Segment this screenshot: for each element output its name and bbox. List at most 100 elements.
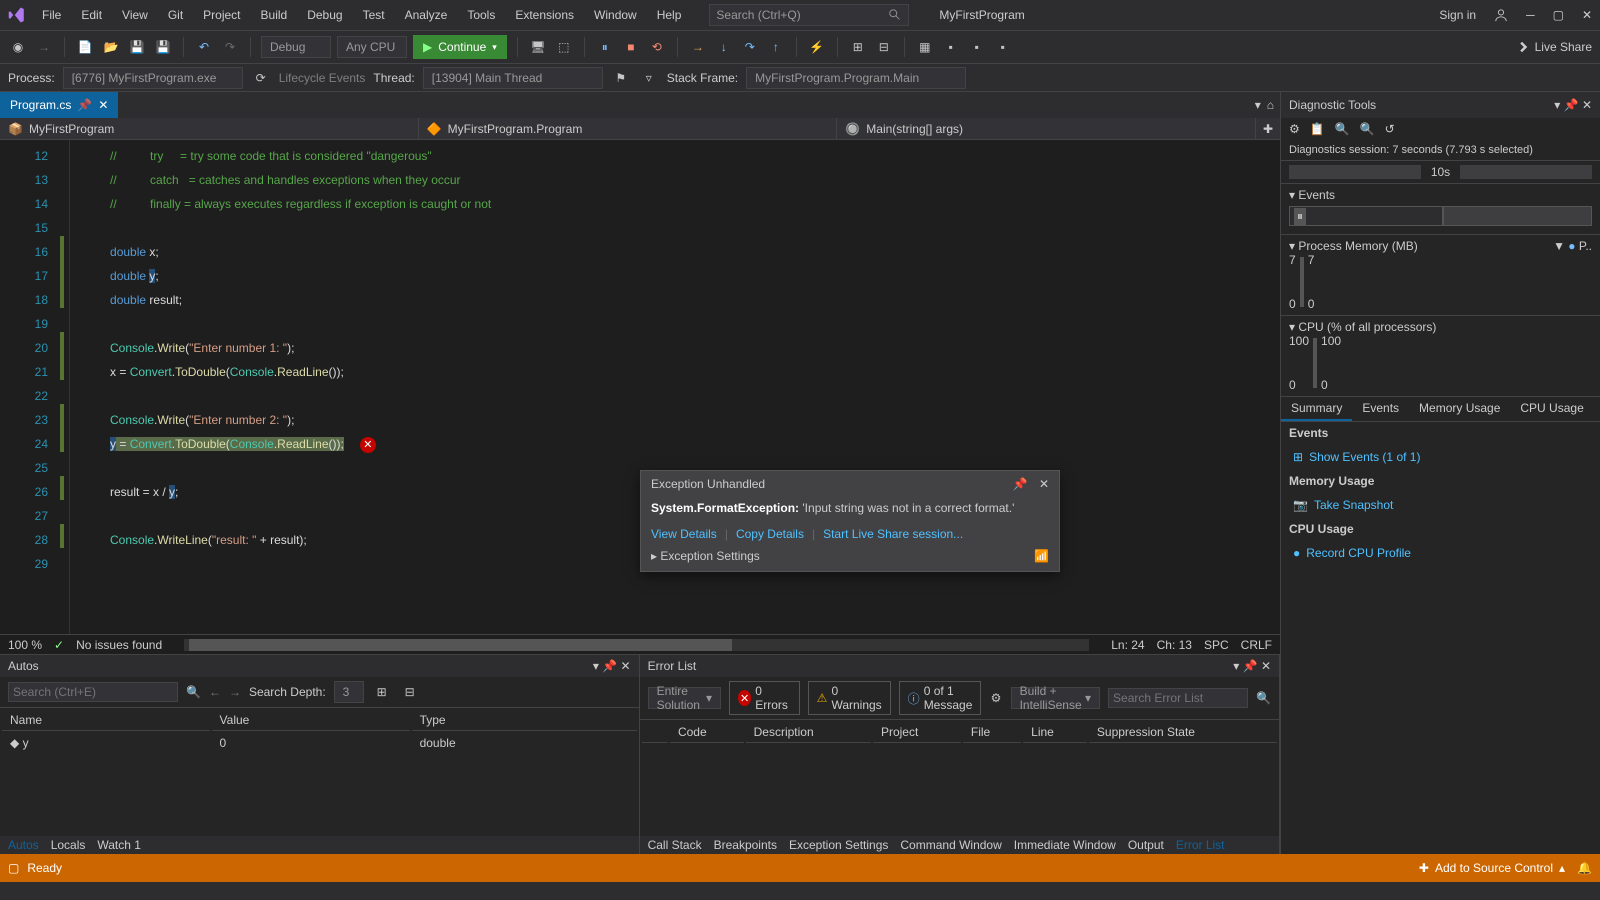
autos-tab-locals[interactable]: Locals	[51, 838, 86, 852]
split-icon[interactable]: ✚	[1256, 118, 1280, 139]
diag-reset-icon[interactable]: ↺	[1385, 122, 1395, 136]
menu-git[interactable]: Git	[160, 4, 191, 26]
nav-fwd-icon[interactable]: →	[34, 37, 54, 57]
scrollbar-horizontal[interactable]	[184, 639, 1089, 651]
exception-view-details[interactable]: View Details	[651, 527, 717, 541]
diag-tab-events[interactable]: Events	[1352, 397, 1409, 421]
errlist-tab-exception-settings[interactable]: Exception Settings	[789, 838, 888, 852]
panel-dropdown-icon[interactable]: ▾	[593, 659, 599, 673]
exception-copy-details[interactable]: Copy Details	[736, 527, 804, 541]
tab-home-icon[interactable]: ⌂	[1267, 98, 1274, 112]
undo-icon[interactable]: ↶	[194, 37, 214, 57]
autos-tab-watch-1[interactable]: Watch 1	[97, 838, 141, 852]
autos-tab-autos[interactable]: Autos	[8, 838, 39, 852]
filter-icon[interactable]: ▿	[639, 68, 659, 88]
lineending-indicator[interactable]: CRLF	[1241, 638, 1272, 652]
threads-icon[interactable]: ⊞	[848, 37, 868, 57]
maximize-button[interactable]: ▢	[1553, 8, 1564, 22]
diag2-icon[interactable]: ▪	[967, 37, 987, 57]
issues-status[interactable]: No issues found	[76, 638, 162, 652]
minimize-button[interactable]: ─	[1526, 8, 1535, 22]
panel-close-icon[interactable]: ✕	[1261, 659, 1271, 673]
col-indicator[interactable]: Ch: 13	[1157, 638, 1192, 652]
errlist-source[interactable]: Build + IntelliSense ▾	[1011, 687, 1100, 709]
exception-close-icon[interactable]: ✕	[1039, 477, 1049, 491]
panel-close-icon[interactable]: ✕	[621, 659, 631, 673]
notifications-icon[interactable]: 🔔	[1577, 861, 1592, 875]
flag-icon[interactable]: ⚑	[611, 68, 631, 88]
autos-search[interactable]	[8, 682, 178, 702]
errlist-tab-output[interactable]: Output	[1128, 838, 1164, 852]
diag-timeline[interactable]	[1289, 165, 1421, 179]
stop-icon[interactable]: ■	[621, 37, 641, 57]
tab-pin-icon[interactable]: 📌	[77, 98, 92, 112]
browser-icon[interactable]: 🖥	[528, 37, 548, 57]
save-all-icon[interactable]: 💾	[153, 37, 173, 57]
menu-view[interactable]: View	[114, 4, 156, 26]
diag-events-header[interactable]: ▾ Events	[1289, 188, 1592, 202]
liveshare-button[interactable]: Live Share	[1535, 40, 1592, 54]
indent-indicator[interactable]: SPC	[1204, 638, 1229, 652]
depth-combo[interactable]: 3	[334, 681, 364, 703]
config-combo[interactable]: Debug	[261, 36, 331, 58]
new-item-icon[interactable]: 📄	[75, 37, 95, 57]
tab-program-cs[interactable]: Program.cs 📌 ✕	[0, 92, 118, 118]
errlist-tab-error-list[interactable]: Error List	[1176, 838, 1225, 852]
continue-button[interactable]: ▶Continue▾	[413, 35, 507, 59]
diag-zoomin-icon[interactable]: 🔍	[1335, 122, 1350, 136]
show-events-link[interactable]: ⊞ Show Events (1 of 1)	[1281, 444, 1600, 470]
open-icon[interactable]: 📂	[101, 37, 121, 57]
save-icon[interactable]: 💾	[127, 37, 147, 57]
search-icon[interactable]: 🔍	[1256, 691, 1271, 705]
step-out-icon[interactable]: ↑	[766, 37, 786, 57]
menu-window[interactable]: Window	[586, 4, 645, 26]
line-indicator[interactable]: Ln: 24	[1111, 638, 1144, 652]
exception-pin-icon[interactable]: 📌	[1013, 477, 1028, 491]
menu-help[interactable]: Help	[649, 4, 690, 26]
menu-extensions[interactable]: Extensions	[507, 4, 582, 26]
errlist-scope[interactable]: Entire Solution ▾	[648, 687, 721, 709]
thread-combo[interactable]: [13904] Main Thread	[423, 67, 603, 89]
debug-target-icon[interactable]: ⬚	[554, 37, 574, 57]
exception-settings-toggle[interactable]: ▸ Exception Settings	[651, 549, 760, 563]
warnings-pill[interactable]: ⚠0 Warnings	[808, 681, 891, 715]
nav-method[interactable]: 🔘 Main(string[] args)	[837, 118, 1256, 139]
redo-icon[interactable]: ↷	[220, 37, 240, 57]
process-combo[interactable]: [6776] MyFirstProgram.exe	[63, 67, 243, 89]
close-button[interactable]: ✕	[1582, 8, 1592, 22]
record-cpu-link[interactable]: ● Record CPU Profile	[1281, 540, 1600, 566]
take-snapshot-link[interactable]: 📷 Take Snapshot	[1281, 492, 1600, 518]
menu-edit[interactable]: Edit	[73, 4, 110, 26]
errlist-search[interactable]	[1108, 688, 1248, 708]
nav-project[interactable]: 📦 MyFirstProgram	[0, 118, 419, 139]
menu-project[interactable]: Project	[195, 4, 248, 26]
menu-file[interactable]: File	[34, 4, 69, 26]
errors-pill[interactable]: ✕0 Errors	[729, 681, 800, 715]
pause-icon[interactable]: ⏸	[595, 37, 615, 57]
diag3-icon[interactable]: ▪	[993, 37, 1013, 57]
errlist-tab-immediate-window[interactable]: Immediate Window	[1014, 838, 1116, 852]
diag1-icon[interactable]: ▪	[941, 37, 961, 57]
nav-prev-icon[interactable]: ←	[209, 685, 221, 699]
autos-opt1-icon[interactable]: ⊞	[372, 682, 392, 702]
cycle-icon[interactable]: ⟳	[251, 68, 271, 88]
quick-search[interactable]: Search (Ctrl+Q)	[709, 4, 909, 26]
diag-mem-header[interactable]: ▾ Process Memory (MB) ▼ ● P..	[1289, 239, 1592, 253]
menu-analyze[interactable]: Analyze	[397, 4, 456, 26]
panel-close-icon[interactable]: ✕	[1582, 98, 1592, 112]
zoom-level[interactable]: 100 %	[8, 638, 42, 652]
exception-liveshare[interactable]: Start Live Share session...	[823, 527, 963, 541]
autos-opt2-icon[interactable]: ⊟	[400, 682, 420, 702]
errlist-tab-command-window[interactable]: Command Window	[900, 838, 1001, 852]
diag-zoomout-icon[interactable]: 🔍	[1360, 122, 1375, 136]
tab-dropdown-icon[interactable]: ▾	[1255, 98, 1261, 112]
menu-tools[interactable]: Tools	[459, 4, 503, 26]
errlist-tab-call-stack[interactable]: Call Stack	[648, 838, 702, 852]
autos-row[interactable]: ◆ y0double	[2, 733, 637, 753]
sign-in-link[interactable]: Sign in	[1439, 8, 1476, 22]
step-over-icon[interactable]: ↷	[740, 37, 760, 57]
diag-settings-icon[interactable]: ⚙	[1289, 122, 1300, 136]
panel-pin-icon[interactable]: 📌	[1243, 659, 1258, 673]
diag-tab-summary[interactable]: Summary	[1281, 397, 1352, 421]
restart-icon[interactable]: ⟲	[647, 37, 667, 57]
